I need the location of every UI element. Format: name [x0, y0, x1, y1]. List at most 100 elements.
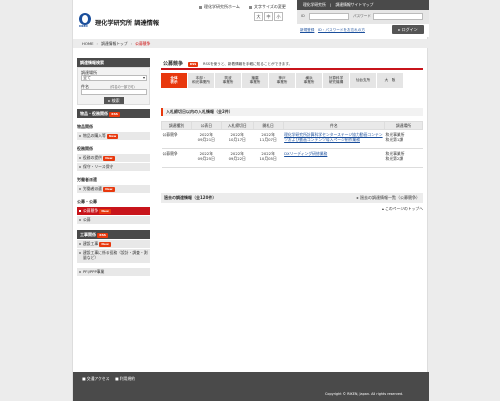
- subject-link[interactable]: 理化学研究所計算科学センターステージ協力動画コンテンツおよび動画コンテンツ導入ペ…: [284, 132, 382, 142]
- search-panel-title: 調達情報検索: [77, 58, 150, 67]
- breadcrumb-home[interactable]: HOME: [82, 41, 94, 46]
- sidebar-item-goods-purchase[interactable]: 物品の購入等 New: [77, 132, 150, 140]
- cell-published: 2022年 09月25日: [191, 148, 222, 168]
- tab-kobe[interactable]: 神戸 事業所: [269, 73, 295, 88]
- cell-deadline: 2022年 10月17日: [221, 129, 254, 149]
- page: RIKEN 理化学研究所 調達情報 理化学研究所ホーム 文字サイズの変更 大 中…: [72, 0, 429, 401]
- rss-badge[interactable]: RSS: [187, 62, 199, 67]
- access-link[interactable]: ■ 交通アクセス: [82, 376, 109, 382]
- sidebar-item-construction[interactable]: 建設工事 New: [77, 240, 150, 248]
- square-bullet-icon: [249, 5, 252, 9]
- tab-all[interactable]: 全体 表示: [161, 73, 187, 88]
- cell-published: 2022年 09月21日: [191, 129, 222, 149]
- font-size-medium-button[interactable]: 中: [264, 12, 273, 21]
- group-title: 役務関係: [77, 146, 93, 151]
- cell-deadline: 2022年 09月22日: [221, 148, 254, 168]
- sidebar-item-construction-services[interactable]: 建設工事に係る役務（設計・調査・測量など）: [77, 249, 150, 263]
- footer: ■ 交通アクセス ■ 利用規約 Copyright © RIKEN, Japan…: [73, 372, 429, 401]
- login-button[interactable]: ▸ ログイン: [392, 25, 424, 34]
- copyright: Copyright © RIKEN, Japan. All rights res…: [325, 392, 404, 396]
- cell-opening: 2022年 10月05日: [253, 148, 284, 168]
- past-bids-link[interactable]: ▸ 過去の調達情報一覧（公募競争）: [357, 193, 420, 203]
- cell-place: 和光事業所 和光第1課: [384, 129, 423, 149]
- chevron-right-icon: ›: [96, 41, 99, 46]
- page-title: 公募競争: [163, 61, 184, 67]
- tab-yokohama[interactable]: 横浜 事業所: [296, 73, 322, 88]
- font-size-label: 文字サイズの変更: [249, 4, 286, 10]
- square-bullet-icon: [199, 5, 202, 9]
- tab-sendai[interactable]: 仙台支所: [350, 73, 376, 88]
- col-published: 公表日: [190, 121, 222, 130]
- chevron-down-icon: ▾: [142, 75, 145, 80]
- place-select[interactable]: 全て ▾: [81, 75, 147, 81]
- cell-subject: DXリーディング研修業務: [283, 148, 385, 168]
- current-bids-heading: 入札締切日以内の入札情報（全2件）: [161, 108, 423, 116]
- main-content: 公募競争 RSS RSSを使うと、新着情報を手軽に知ることができます。 全体 表示…: [161, 58, 423, 212]
- cell-type: 公募競争: [161, 129, 192, 149]
- col-subject: 件名: [282, 121, 386, 130]
- past-bids-bar: 過去の調達情報（全120件） ▸ 過去の調達情報一覧（公募競争）: [161, 193, 423, 203]
- rss-badge[interactable]: RSS: [97, 233, 108, 238]
- new-badge: New: [99, 242, 111, 247]
- col-place: 調達場所: [384, 121, 423, 130]
- logo-text: RIKEN: [79, 25, 88, 28]
- password-label: パスワード: [353, 14, 371, 18]
- cell-place: 和光事業所 和光第2課: [384, 148, 423, 168]
- id-label: ID: [301, 14, 305, 18]
- new-badge: New: [103, 187, 115, 192]
- group-title: 公募・公募: [77, 199, 97, 204]
- top-bar: 理化学研究所 | 調達情報サイトマップ: [297, 0, 429, 10]
- tab-wako[interactable]: 本部・ 和光事業所: [188, 73, 214, 88]
- id-input[interactable]: [309, 13, 349, 20]
- cell-opening: 2022年 11月07日: [253, 129, 284, 149]
- riken-link[interactable]: 理化学研究所: [303, 2, 326, 7]
- cell-subject: 理化学研究所計算科学センターステージ協力動画コンテンツおよび動画コンテンツ導入ペ…: [283, 129, 385, 149]
- table-row: 公募競争 2022年 09月25日 2022年 09月22日 2022年 10月…: [161, 148, 423, 168]
- sitemap-link[interactable]: 調達情報サイトマップ: [336, 2, 374, 7]
- sidebar-item-public-offering[interactable]: 公募: [77, 216, 150, 224]
- col-type: 調達種別: [161, 121, 192, 130]
- register-link[interactable]: 新規登録: [300, 28, 314, 33]
- tab-tsukuba[interactable]: 筑波 事業所: [215, 73, 241, 88]
- breadcrumb: HOME › 調達情報トップ › 公募競争: [73, 39, 429, 48]
- location-tabs: 全体 表示 本部・ 和光事業所 筑波 事業所 播磨 事業所 神戸 事業所 横浜 事業所 計算…: [161, 73, 423, 88]
- breadcrumb-current: 公募競争: [135, 41, 151, 46]
- goods-services-header: 物品・役務関係 RSS: [77, 109, 150, 118]
- search-panel: 調達場所 全て ▾ 件名 （件名の一部で可） ▸ 検索: [77, 67, 150, 105]
- password-input[interactable]: [373, 13, 423, 20]
- riken-logo[interactable]: RIKEN: [79, 13, 91, 28]
- font-size-large-button[interactable]: 大: [254, 12, 263, 21]
- page-top-link[interactable]: ▴ このページのトップへ: [161, 206, 423, 212]
- table-header-row: 調達種別 公表日 入札締切日 開札日 件名 調達場所: [161, 121, 423, 130]
- subject-link[interactable]: DXリーディング研修業務: [284, 151, 327, 156]
- rss-badge[interactable]: RSS: [109, 112, 120, 117]
- construction-header: 工事関係 RSS: [77, 230, 150, 239]
- tab-harima[interactable]: 播磨 事業所: [242, 73, 268, 88]
- cell-type: 公募競争: [161, 148, 192, 168]
- col-deadline: 入札締切日: [220, 121, 254, 130]
- past-bids-heading: 過去の調達情報（全120件）: [164, 195, 217, 200]
- search-button[interactable]: ▸ 検索: [104, 97, 124, 104]
- site-title: 理化学研究所 調達情報: [95, 20, 160, 27]
- sidebar-item-maintenance-lease[interactable]: 保守・リース保守: [77, 163, 150, 171]
- tab-computational-science[interactable]: 計算科学 研究機構: [323, 73, 349, 88]
- tab-osaka[interactable]: 大 阪: [377, 73, 403, 88]
- font-size-small-button[interactable]: 小: [274, 12, 283, 21]
- group-title: 労働者派遣: [77, 177, 97, 182]
- sidebar-item-pfi[interactable]: PFI/PPP事業: [77, 268, 150, 276]
- font-size-switcher: 大 中 小: [254, 12, 283, 21]
- breadcrumb-procurement-top[interactable]: 調達情報トップ: [101, 41, 128, 46]
- rss-lead: RSSを使うと、新着情報を手軽に知ることができます。: [203, 62, 293, 66]
- sidebar-item-public-competition[interactable]: 公募競争 New: [77, 207, 150, 215]
- login-box: ID パスワード: [297, 10, 429, 24]
- page-title-bar: 公募競争 RSS RSSを使うと、新着情報を手軽に知ることができます。: [161, 58, 423, 70]
- header: RIKEN 理化学研究所 調達情報 理化学研究所ホーム 文字サイズの変更 大 中…: [73, 0, 429, 37]
- new-badge: New: [99, 209, 111, 214]
- sidebar-item-service-provision[interactable]: 役務の提供 New: [77, 154, 150, 162]
- sidebar: 調達情報検索 調達場所 全て ▾ 件名 （件名の一部で可） ▸ 検索 物品・役務関…: [77, 58, 150, 276]
- sidebar-item-worker-dispatch[interactable]: 労働者派遣 New: [77, 185, 150, 193]
- name-input[interactable]: [81, 89, 147, 95]
- home-link[interactable]: 理化学研究所ホーム: [199, 4, 240, 10]
- forgot-password-link[interactable]: ID・パスワードをお忘れの方: [318, 28, 365, 33]
- terms-link[interactable]: ■ 利用規約: [115, 376, 135, 382]
